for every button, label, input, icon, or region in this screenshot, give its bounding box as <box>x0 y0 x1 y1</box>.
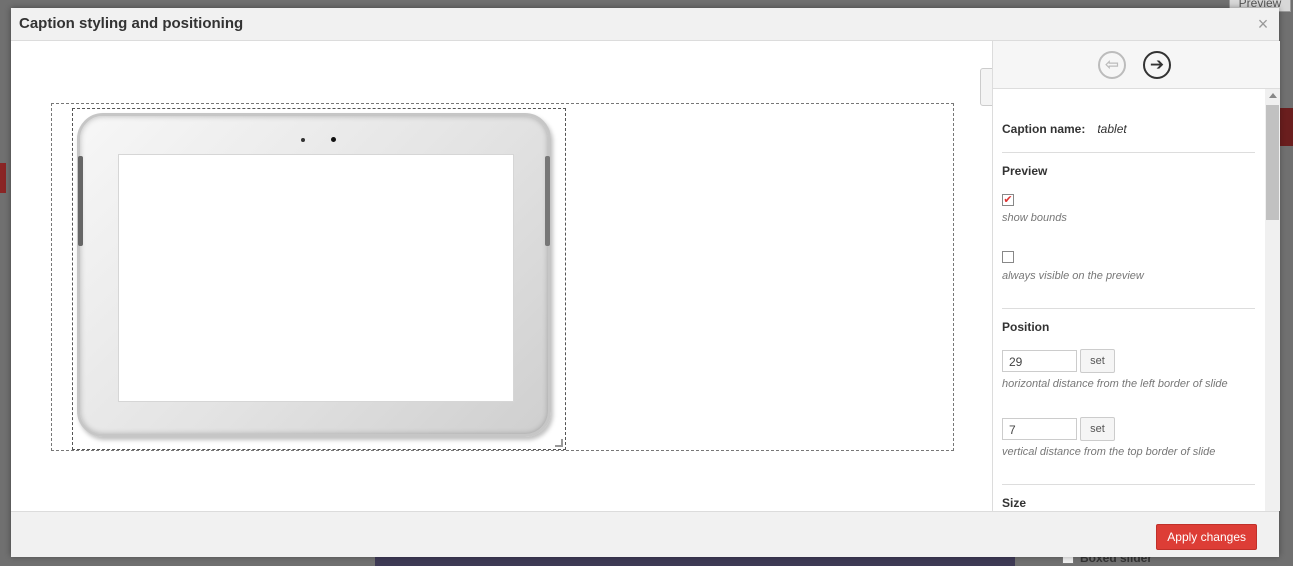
caption-modal: Caption styling and positioning × ⇦ ➔ Ca… <box>11 8 1280 557</box>
set-horizontal-button[interactable]: set <box>1080 349 1115 373</box>
tablet-image[interactable] <box>77 113 551 437</box>
settings-sidebar: ⇦ ➔ Caption name: tablet Preview ✔ show b… <box>992 41 1280 511</box>
position-section-title: Position <box>1002 320 1050 334</box>
close-icon[interactable]: × <box>1253 14 1273 34</box>
caption-name-value: tablet <box>1097 122 1127 136</box>
next-caption-icon[interactable]: ➔ <box>1143 51 1171 79</box>
slide-canvas <box>11 41 992 511</box>
tablet-side-button <box>78 156 83 246</box>
size-section-title: Size <box>1002 496 1027 510</box>
resize-handle[interactable] <box>555 439 563 447</box>
vertical-position-input[interactable]: 7 <box>1002 418 1077 440</box>
panel-toggle-handle[interactable] <box>980 68 992 106</box>
divider <box>1002 308 1255 309</box>
scroll-thumb[interactable] <box>1266 105 1279 220</box>
modal-header: Caption styling and positioning × <box>11 8 1279 41</box>
settings-scrollbar[interactable] <box>1265 89 1280 511</box>
show-bounds-checkbox[interactable]: ✔ <box>1002 194 1014 206</box>
tablet-side-button <box>545 156 550 246</box>
divider <box>1002 152 1255 153</box>
previous-caption-icon[interactable]: ⇦ <box>1098 51 1126 79</box>
caption-name-label: Caption name: <box>1002 122 1086 136</box>
caption-navigation: ⇦ ➔ <box>993 41 1280 89</box>
background-bottom-bar <box>375 556 1015 566</box>
vertical-hint: vertical distance from the top border of… <box>1002 446 1216 458</box>
scroll-up-icon[interactable] <box>1269 93 1277 98</box>
settings-panel: Caption name: tablet Preview ✔ show bound… <box>993 89 1264 511</box>
caption-name-row: Caption name: tablet <box>1002 122 1127 136</box>
horizontal-hint: horizontal distance from the left border… <box>1002 378 1228 390</box>
modal-footer: Apply changes <box>11 511 1279 557</box>
modal-title: Caption styling and positioning <box>19 15 244 32</box>
apply-changes-button[interactable]: Apply changes <box>1156 524 1257 550</box>
divider <box>1002 484 1255 485</box>
tablet-camera <box>331 137 336 142</box>
tablet-sensor <box>301 138 305 142</box>
horizontal-position-input[interactable]: 29 <box>1002 350 1077 372</box>
set-vertical-button[interactable]: set <box>1080 417 1115 441</box>
preview-section-title: Preview <box>1002 164 1048 178</box>
show-bounds-label: show bounds <box>1002 212 1067 224</box>
background-red-marker <box>0 163 6 193</box>
tablet-screen <box>118 154 514 402</box>
always-visible-label: always visible on the preview <box>1002 270 1144 282</box>
always-visible-checkbox[interactable] <box>1002 251 1014 263</box>
